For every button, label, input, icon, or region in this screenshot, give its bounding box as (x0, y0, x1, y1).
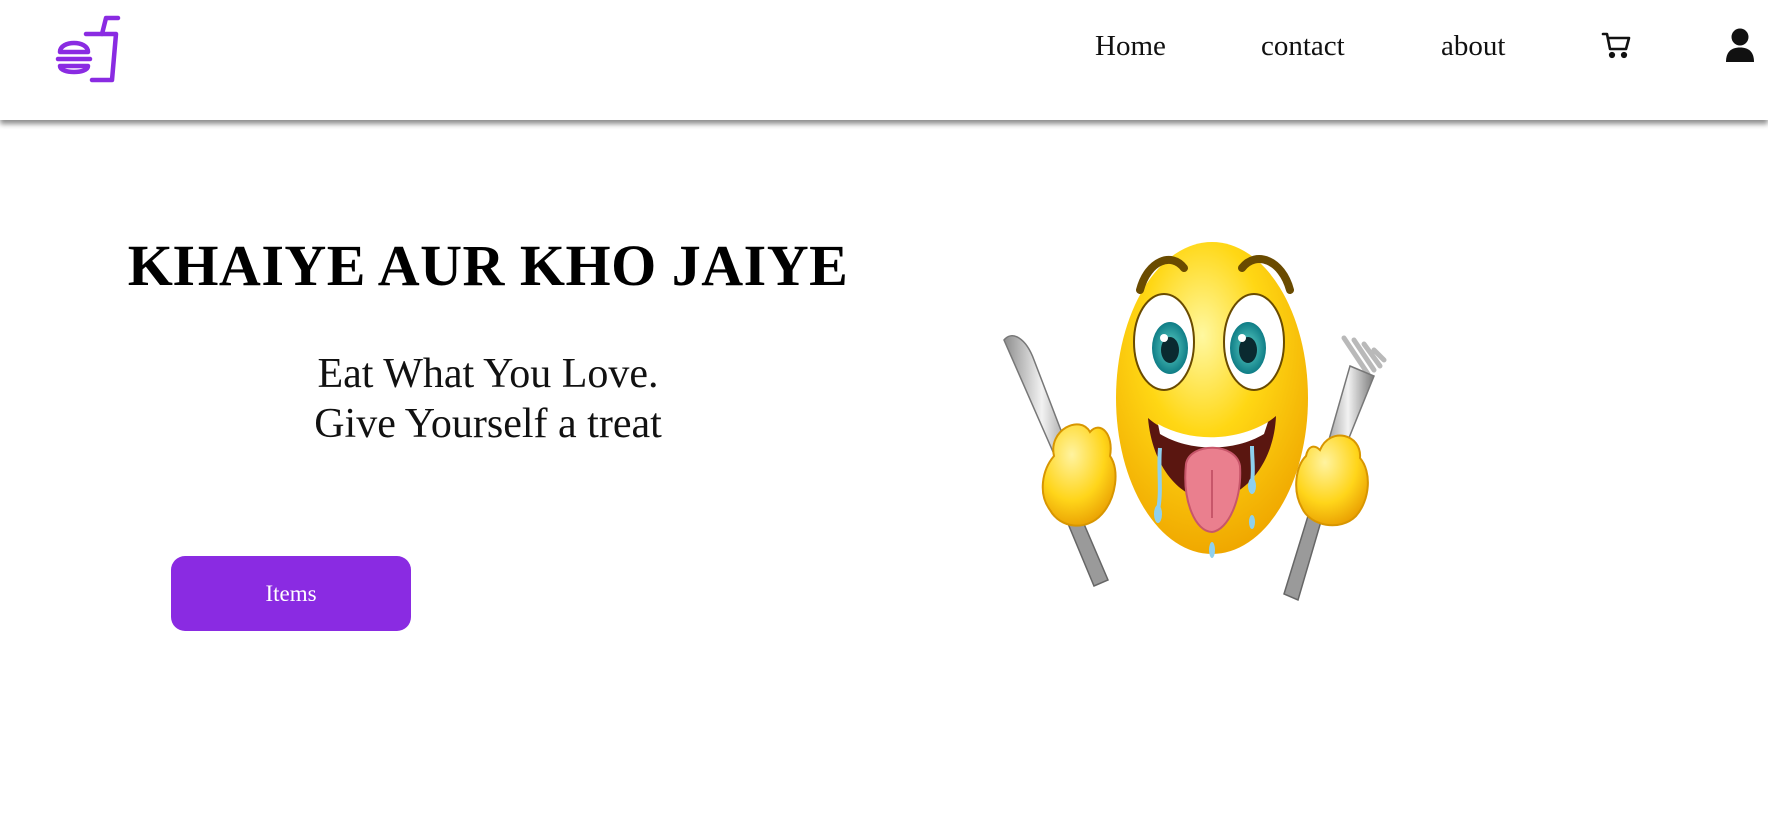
nav-contact-link[interactable]: contact (1261, 30, 1345, 63)
hero-title: KHAIYE AUR KHO JAIYE (127, 233, 849, 298)
cart-icon[interactable] (1601, 30, 1631, 60)
hungry-emoji-image (1003, 242, 1387, 602)
items-button[interactable]: Items (171, 556, 411, 631)
hero-tagline-line2: Give Yourself a treat (314, 401, 662, 447)
nav-home-link[interactable]: Home (1095, 30, 1166, 63)
user-icon[interactable] (1725, 28, 1755, 62)
navbar: Home contact about (0, 0, 1768, 120)
hero-tagline-line1: Eat What You Love. (317, 351, 659, 397)
nav-about-link[interactable]: about (1441, 30, 1505, 63)
burger-drink-logo-icon[interactable] (52, 14, 122, 84)
